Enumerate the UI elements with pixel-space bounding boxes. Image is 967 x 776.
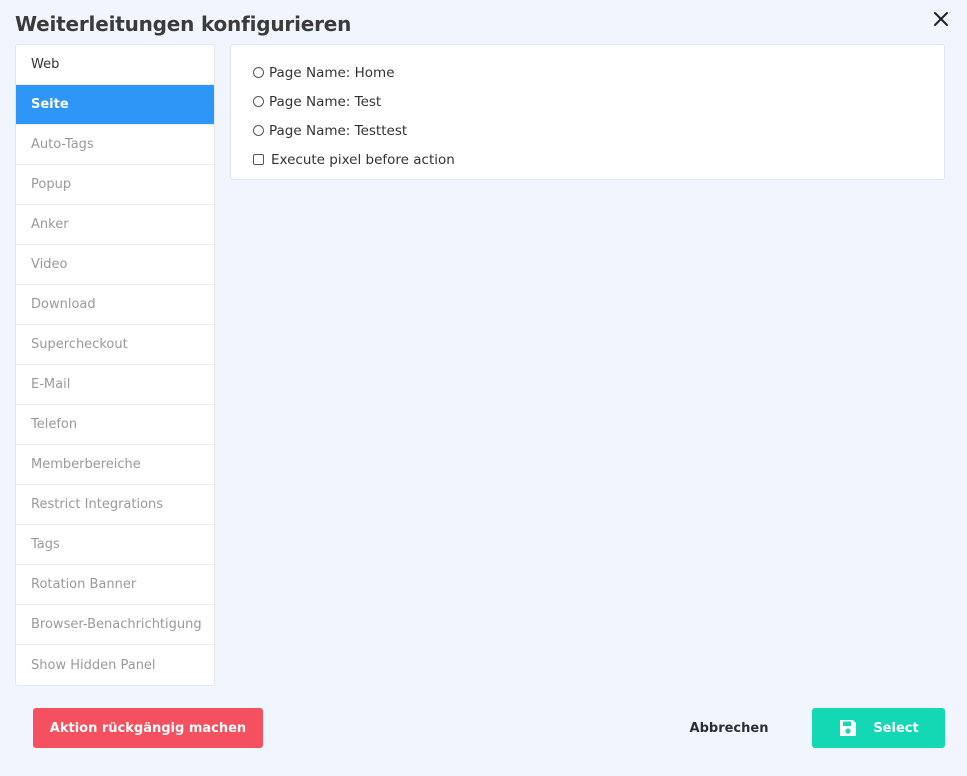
sidebar-item-telefon[interactable]: Telefon <box>16 405 214 445</box>
radio-button[interactable] <box>253 96 264 107</box>
radio-button[interactable] <box>253 125 264 136</box>
sidebar-item-label: Memberbereiche <box>31 457 141 472</box>
page-option-home[interactable]: Page Name: Home <box>253 58 944 87</box>
sidebar-item-label: E-Mail <box>31 377 71 392</box>
close-icon[interactable] <box>930 8 952 30</box>
page-option-label: Page Name: Testtest <box>269 122 408 139</box>
sidebar-item-label: Download <box>31 297 96 312</box>
sidebar-item-supercheckout[interactable]: Supercheckout <box>16 325 214 365</box>
select-button[interactable]: Select <box>812 708 945 748</box>
sidebar-item-label: Telefon <box>31 417 78 432</box>
sidebar-item-label: Web <box>31 57 60 72</box>
sidebar-item-restrict-integrations[interactable]: Restrict Integrations <box>16 485 214 525</box>
sidebar-item-tags[interactable]: Tags <box>16 525 214 565</box>
sidebar-item-label: Show Hidden Panel <box>31 657 156 673</box>
sidebar-item-show-hidden-panel[interactable]: Show Hidden Panel <box>16 645 214 685</box>
sidebar-item-auto-tags[interactable]: Auto-Tags <box>16 125 214 165</box>
sidebar-item-label: Browser-Benachrichtigung <box>31 617 202 632</box>
cancel-button[interactable]: Abbrechen <box>680 708 778 748</box>
undo-action-button[interactable]: Aktion rückgängig machen <box>33 708 263 748</box>
sidebar-item-browser-benachrichtigung[interactable]: Browser-Benachrichtigung <box>16 605 214 645</box>
sidebar-item-web[interactable]: Web <box>16 45 214 85</box>
page-options-panel: Page Name: Home Page Name: Test Page Nam… <box>230 44 945 180</box>
sidebar-item-label: Rotation Banner <box>31 577 137 592</box>
execute-pixel-checkbox[interactable] <box>253 154 264 165</box>
sidebar-item-label: Restrict Integrations <box>31 497 164 512</box>
sidebar-item-label: Anker <box>31 217 69 232</box>
cancel-label: Abbrechen <box>689 720 769 736</box>
save-icon <box>838 718 858 738</box>
page-option-label: Page Name: Test <box>269 93 382 110</box>
sidebar-item-label: Seite <box>31 97 69 112</box>
sidebar-item-popup[interactable]: Popup <box>16 165 214 205</box>
sidebar-item-e-mail[interactable]: E-Mail <box>16 365 214 405</box>
select-label: Select <box>873 720 919 736</box>
page-option-testtest[interactable]: Page Name: Testtest <box>253 116 944 145</box>
execute-pixel-label: Execute pixel before action <box>271 151 455 168</box>
sidebar-item-rotation-banner[interactable]: Rotation Banner <box>16 565 214 605</box>
sidebar-item-label: Popup <box>31 177 72 192</box>
sidebar-item-memberbereiche[interactable]: Memberbereiche <box>16 445 214 485</box>
sidebar-item-label: Auto-Tags <box>31 137 94 152</box>
sidebar-item-label: Supercheckout <box>31 337 128 352</box>
undo-action-label: Aktion rückgängig machen <box>49 720 247 736</box>
execute-pixel-option[interactable]: Execute pixel before action <box>253 145 944 174</box>
sidebar: Web Seite Auto-Tags Popup Anker Video Do… <box>15 44 215 686</box>
sidebar-item-label: Tags <box>31 537 60 552</box>
radio-button[interactable] <box>253 67 264 78</box>
sidebar-item-seite[interactable]: Seite <box>16 85 214 125</box>
page-option-label: Page Name: Home <box>269 64 395 81</box>
page-option-test[interactable]: Page Name: Test <box>253 87 944 116</box>
sidebar-item-anker[interactable]: Anker <box>16 205 214 245</box>
sidebar-item-download[interactable]: Download <box>16 285 214 325</box>
sidebar-item-label: Video <box>31 257 68 272</box>
modal-title: Weiterleitungen konfigurieren <box>15 12 352 36</box>
sidebar-item-video[interactable]: Video <box>16 245 214 285</box>
